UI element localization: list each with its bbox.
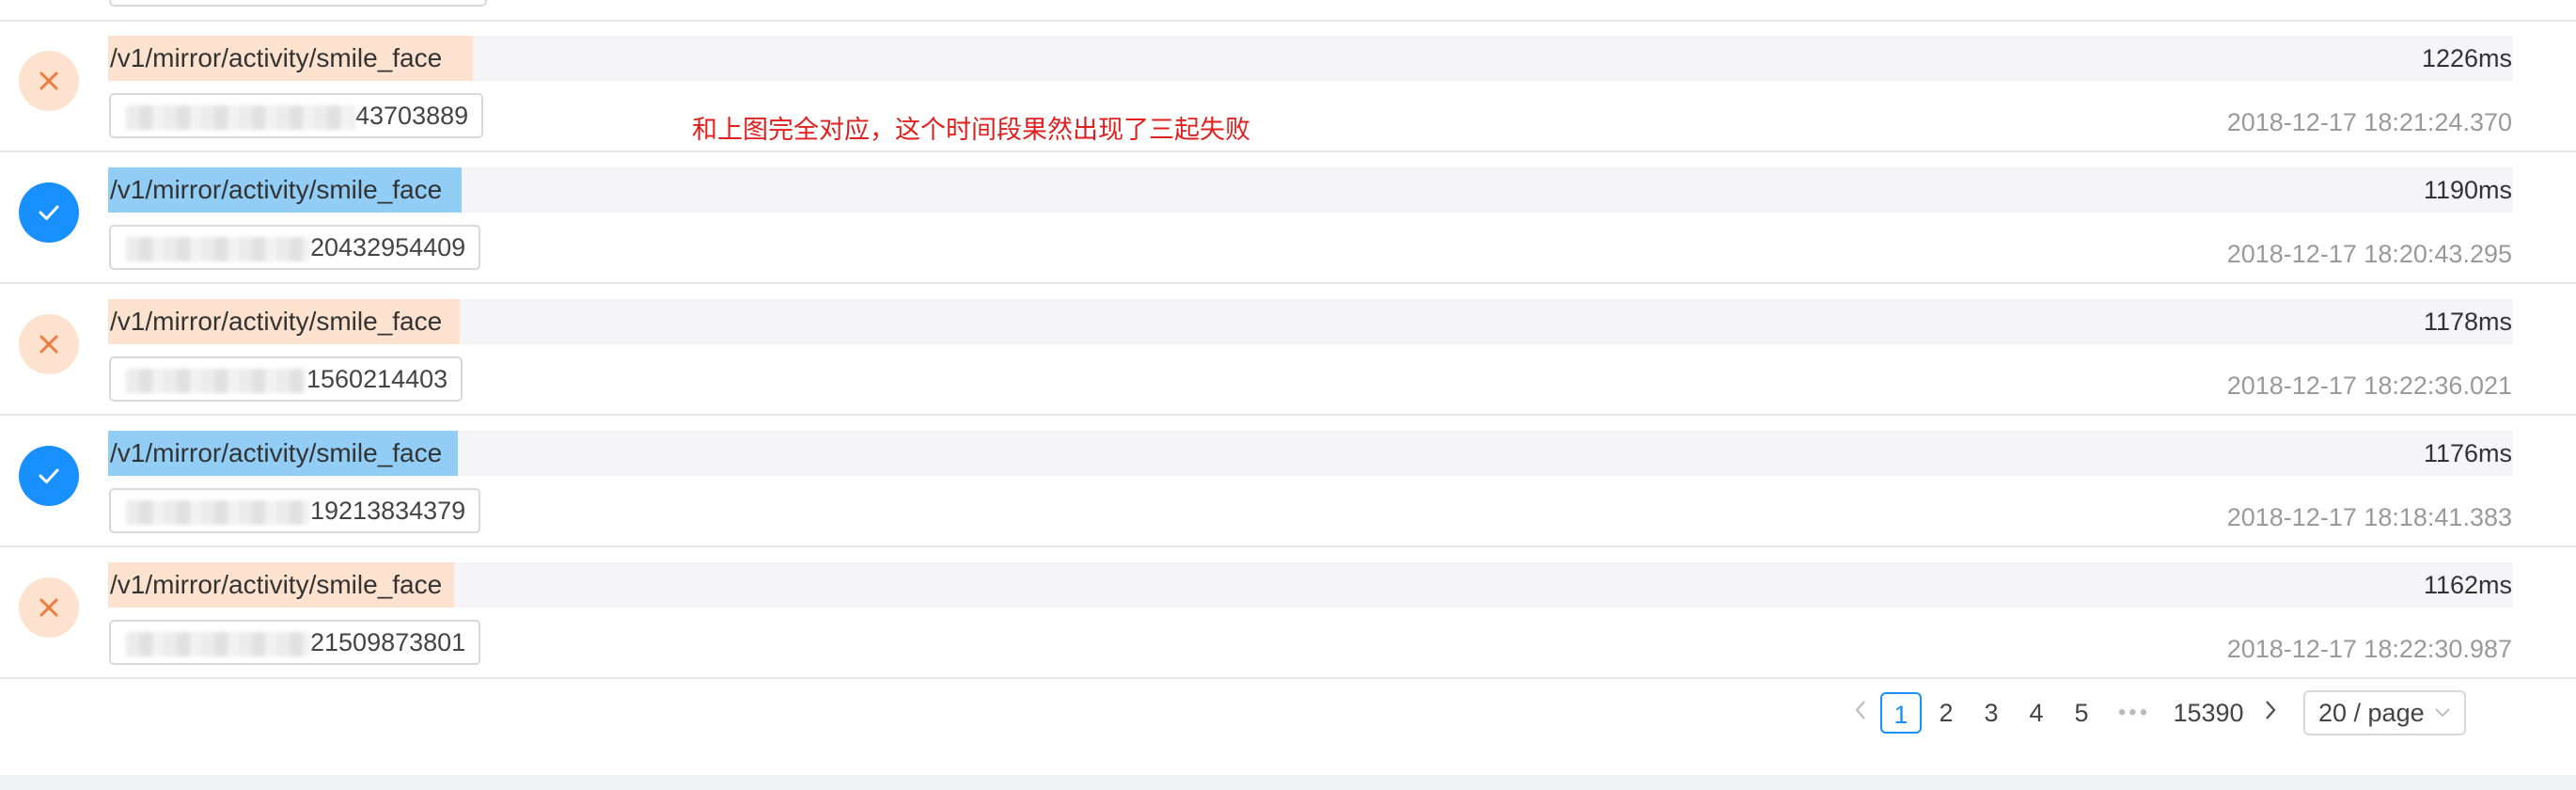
trace-id-suffix: 20432954409 (310, 233, 466, 261)
request-path: /v1/mirror/activity/smile_face (110, 570, 443, 599)
request-path-bar: /v1/mirror/activity/smile_face (108, 36, 2513, 81)
trace-row[interactable]: /v1/mirror/activity/smile_face 1162ms 21… (0, 547, 2576, 679)
trace-row[interactable]: /v1/mirror/activity/smile_face 1226ms 43… (0, 21, 2576, 152)
trace-id-suffix: 21509873801 (310, 628, 466, 656)
page-size-select[interactable]: 20 / page (2303, 690, 2466, 735)
chevron-down-icon (2434, 708, 2450, 718)
trace-id-tag[interactable]: 19213834379 (109, 488, 481, 533)
chevron-right-icon[interactable] (2254, 692, 2286, 734)
request-path-bar: /v1/mirror/activity/smile_face (108, 167, 2513, 213)
timestamp: 2018-12-17 18:22:36.021 (2226, 371, 2512, 400)
trace-row[interactable]: /v1/mirror/activity/smile_face 1178ms 15… (0, 284, 2576, 416)
timestamp: 2018-12-17 18:20:43.295 (2226, 240, 2512, 268)
last-page-button[interactable]: 15390 (2166, 692, 2251, 734)
previous-row-edge (0, 0, 2576, 22)
request-path: /v1/mirror/activity/smile_face (110, 175, 443, 204)
redacted-id (126, 368, 306, 393)
request-path-bar: /v1/mirror/activity/smile_face (108, 562, 2513, 608)
trace-row[interactable]: /v1/mirror/activity/smile_face 1190ms 20… (0, 152, 2576, 284)
page-size-value: 20 / page (2318, 699, 2425, 727)
request-path-bar: /v1/mirror/activity/smile_face (108, 299, 2513, 344)
trace-id-tag[interactable]: 21509873801 (109, 620, 481, 665)
page-4-button[interactable]: 4 (2016, 692, 2057, 734)
pagination: 1 2 3 4 5 ••• 15390 20 / page (1845, 690, 2466, 735)
annotation-note: 和上图完全对应，这个时间段果然出现了三起失败 (692, 116, 1250, 144)
fail-status-icon (19, 577, 79, 638)
trace-id-tag[interactable]: 20432954409 (109, 225, 481, 270)
trace-id-tag[interactable]: 1560214403 (109, 356, 463, 402)
success-status-icon (19, 182, 79, 243)
trace-row[interactable]: /v1/mirror/activity/smile_face 1176ms 19… (0, 416, 2576, 547)
page-3-button[interactable]: 3 (1971, 692, 2012, 734)
trace-id-suffix: 19213834379 (310, 497, 466, 525)
request-path: /v1/mirror/activity/smile_face (110, 438, 443, 467)
duration: 1162ms (2423, 571, 2512, 599)
timestamp: 2018-12-17 18:22:30.987 (2226, 635, 2512, 663)
redacted-id (126, 236, 310, 261)
page-2-button[interactable]: 2 (1925, 692, 1967, 734)
redacted-id (126, 499, 310, 525)
duration: 1190ms (2423, 176, 2512, 204)
request-path-bar: /v1/mirror/activity/smile_face (108, 431, 2513, 476)
chevron-left-icon[interactable] (1845, 692, 1877, 734)
fail-status-icon (19, 51, 79, 111)
redacted-id (126, 104, 355, 130)
duration: 1176ms (2423, 439, 2512, 467)
previous-row-tag (109, 0, 487, 7)
success-status-icon (19, 446, 79, 506)
footer-background (0, 775, 2576, 790)
timestamp: 2018-12-17 18:21:24.370 (2226, 108, 2512, 136)
request-path: /v1/mirror/activity/smile_face (110, 307, 443, 336)
duration: 1226ms (2421, 44, 2512, 72)
trace-id-tag[interactable]: 43703889 (109, 93, 484, 138)
page-1-button[interactable]: 1 (1880, 692, 1922, 734)
page-5-button[interactable]: 5 (2061, 692, 2102, 734)
duration: 1178ms (2423, 308, 2512, 336)
request-path: /v1/mirror/activity/smile_face (110, 43, 443, 72)
fail-status-icon (19, 314, 79, 374)
redacted-id (126, 631, 310, 656)
timestamp: 2018-12-17 18:18:41.383 (2226, 503, 2512, 531)
page-ellipsis[interactable]: ••• (2106, 692, 2162, 734)
trace-id-suffix: 1560214403 (306, 365, 448, 393)
trace-id-suffix: 43703889 (355, 102, 469, 130)
